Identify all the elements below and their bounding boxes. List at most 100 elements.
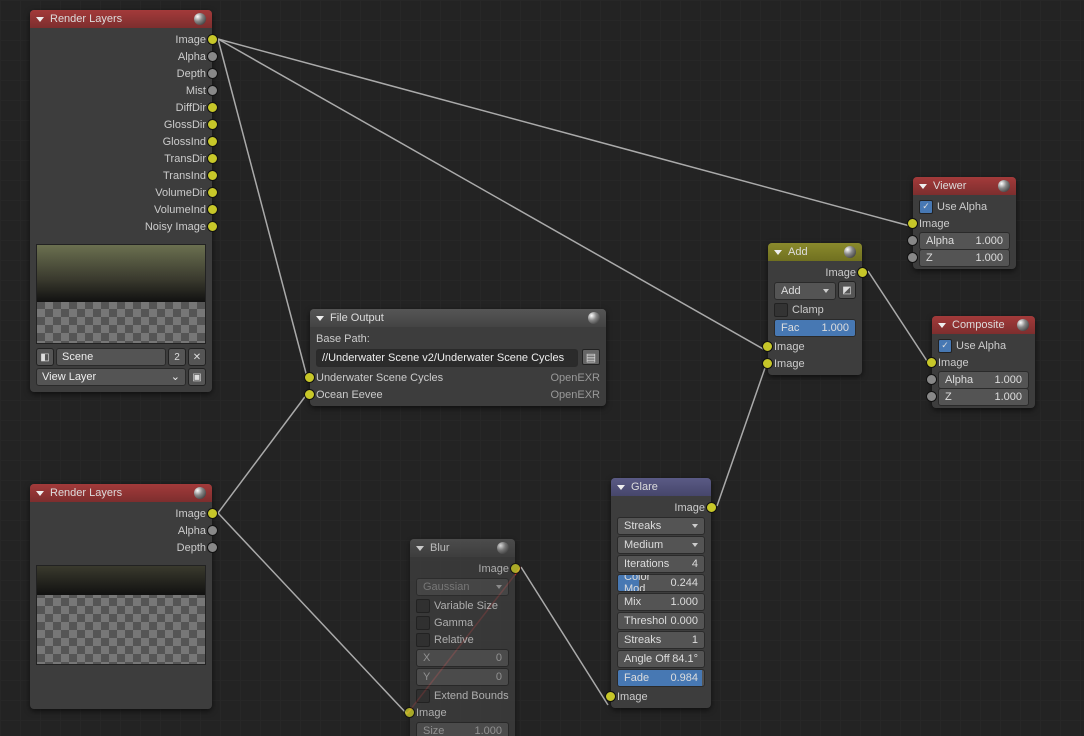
scene-field[interactable]: Scene: [56, 348, 166, 366]
socket-in[interactable]: [907, 235, 918, 246]
preview-icon[interactable]: [844, 246, 856, 258]
file-slot-name[interactable]: Ocean Eevee: [316, 389, 544, 401]
checkbox[interactable]: ✓: [938, 339, 952, 353]
node-header[interactable]: Add: [768, 243, 862, 261]
checkbox[interactable]: [416, 599, 430, 613]
socket-out[interactable]: [207, 51, 218, 62]
collapse-icon[interactable]: [36, 491, 44, 496]
node-header[interactable]: Composite: [932, 316, 1035, 334]
socket-out[interactable]: [207, 170, 218, 181]
color-ramp-icon[interactable]: ◩: [838, 281, 856, 299]
folder-icon[interactable]: ▤: [582, 349, 600, 365]
socket-out[interactable]: [207, 119, 218, 130]
socket-out[interactable]: [207, 525, 218, 536]
blur-node[interactable]: Blur Image Gaussian Variable Size Gamma …: [410, 539, 515, 736]
z-slider[interactable]: Z1.000: [938, 388, 1029, 406]
collapse-icon[interactable]: [617, 485, 625, 490]
socket-in[interactable]: [907, 218, 918, 229]
socket-out[interactable]: [207, 34, 218, 45]
socket-in[interactable]: [304, 389, 315, 400]
collapse-icon[interactable]: [919, 184, 927, 189]
collapse-icon[interactable]: [316, 316, 324, 321]
checkbox[interactable]: [416, 633, 430, 647]
render-layers-node-1[interactable]: Render Layers Image Alpha Depth Mist Dif…: [30, 10, 212, 392]
socket-out[interactable]: [207, 187, 218, 198]
preview-icon[interactable]: [588, 312, 600, 324]
mix-slider[interactable]: Mix1.000: [617, 593, 705, 611]
threshold-slider[interactable]: Threshol0.000: [617, 612, 705, 630]
streaks-slider[interactable]: Streaks1: [617, 631, 705, 649]
checkbox[interactable]: [416, 616, 430, 630]
preview-icon[interactable]: [194, 487, 206, 499]
node-editor-canvas[interactable]: { "rl1":{ "title":"Render Layers", "outs…: [0, 0, 1084, 736]
socket-out[interactable]: [857, 267, 868, 278]
scene-icon[interactable]: ◧: [36, 348, 54, 366]
fac-slider[interactable]: Fac1.000: [774, 319, 856, 337]
render-layers-node-2[interactable]: Render Layers Image Alpha Depth: [30, 484, 212, 709]
viewlayer-field[interactable]: View Layer⌄: [36, 368, 186, 386]
x-slider[interactable]: X0: [416, 649, 509, 667]
socket-in[interactable]: [762, 341, 773, 352]
add-mix-node[interactable]: Add Image Add ◩ Clamp Fac1.000 Image Ima…: [768, 243, 862, 375]
socket-out[interactable]: [207, 85, 218, 96]
preview-icon[interactable]: [1017, 319, 1029, 331]
glare-type-dropdown[interactable]: Streaks: [617, 517, 705, 535]
node-header[interactable]: File Output: [310, 309, 606, 327]
socket-out[interactable]: [207, 204, 218, 215]
close-button[interactable]: ✕: [188, 348, 206, 366]
size-slider[interactable]: Size1.000: [416, 722, 509, 736]
alpha-slider[interactable]: Alpha1.000: [938, 371, 1029, 389]
file-slot-name[interactable]: Underwater Scene Cycles: [316, 372, 544, 384]
node-header[interactable]: Glare: [611, 478, 711, 496]
socket-in[interactable]: [404, 707, 415, 718]
preview-icon[interactable]: [194, 13, 206, 25]
socket-out[interactable]: [207, 68, 218, 79]
socket-in[interactable]: [762, 358, 773, 369]
socket-out[interactable]: [207, 221, 218, 232]
colormod-slider[interactable]: Color Mod0.244: [617, 574, 705, 592]
node-header[interactable]: Render Layers: [30, 10, 212, 28]
node-header[interactable]: Viewer: [913, 177, 1016, 195]
collapse-icon[interactable]: [416, 546, 424, 551]
socket-out[interactable]: [207, 508, 218, 519]
render-button[interactable]: ▣: [188, 368, 206, 386]
glare-quality-dropdown[interactable]: Medium: [617, 536, 705, 554]
checkbox[interactable]: ✓: [919, 200, 933, 214]
checkbox[interactable]: [416, 689, 430, 703]
socket-in[interactable]: [926, 374, 937, 385]
socket-out[interactable]: [207, 153, 218, 164]
socket-out[interactable]: [510, 563, 521, 574]
blend-mode-dropdown[interactable]: Add: [774, 282, 836, 300]
alpha-slider[interactable]: Alpha1.000: [919, 232, 1010, 250]
socket-out[interactable]: [207, 542, 218, 553]
collapse-icon[interactable]: [938, 323, 946, 328]
collapse-icon[interactable]: [36, 17, 44, 22]
viewer-node[interactable]: Viewer ✓Use Alpha Image Alpha1.000 Z1.00…: [913, 177, 1016, 269]
glare-node[interactable]: Glare Image Streaks Medium Iterations4 C…: [611, 478, 711, 708]
preview-icon[interactable]: [998, 180, 1010, 192]
blur-type-dropdown[interactable]: Gaussian: [416, 578, 509, 596]
socket-in[interactable]: [926, 357, 937, 368]
socket-out[interactable]: [207, 102, 218, 113]
collapse-icon[interactable]: [774, 250, 782, 255]
scene-users[interactable]: 2: [168, 348, 186, 366]
output-label: Alpha: [178, 51, 206, 63]
file-output-node[interactable]: File Output Base Path: //Underwater Scen…: [310, 309, 606, 406]
path-input[interactable]: //Underwater Scene v2/Underwater Scene C…: [316, 349, 578, 367]
node-header[interactable]: Render Layers: [30, 484, 212, 502]
preview-icon[interactable]: [497, 542, 509, 554]
node-header[interactable]: Blur: [410, 539, 515, 557]
socket-in[interactable]: [907, 252, 918, 263]
checkbox[interactable]: [774, 303, 788, 317]
composite-node[interactable]: Composite ✓Use Alpha Image Alpha1.000 Z1…: [932, 316, 1035, 408]
z-slider[interactable]: Z1.000: [919, 249, 1010, 267]
y-slider[interactable]: Y0: [416, 668, 509, 686]
iterations-slider[interactable]: Iterations4: [617, 555, 705, 573]
socket-in[interactable]: [926, 391, 937, 402]
socket-in[interactable]: [304, 372, 315, 383]
socket-out[interactable]: [207, 136, 218, 147]
socket-out[interactable]: [706, 502, 717, 513]
fade-slider[interactable]: Fade0.984: [617, 669, 705, 687]
angleoff-slider[interactable]: Angle Off84.1°: [617, 650, 705, 668]
socket-in[interactable]: [605, 691, 616, 702]
